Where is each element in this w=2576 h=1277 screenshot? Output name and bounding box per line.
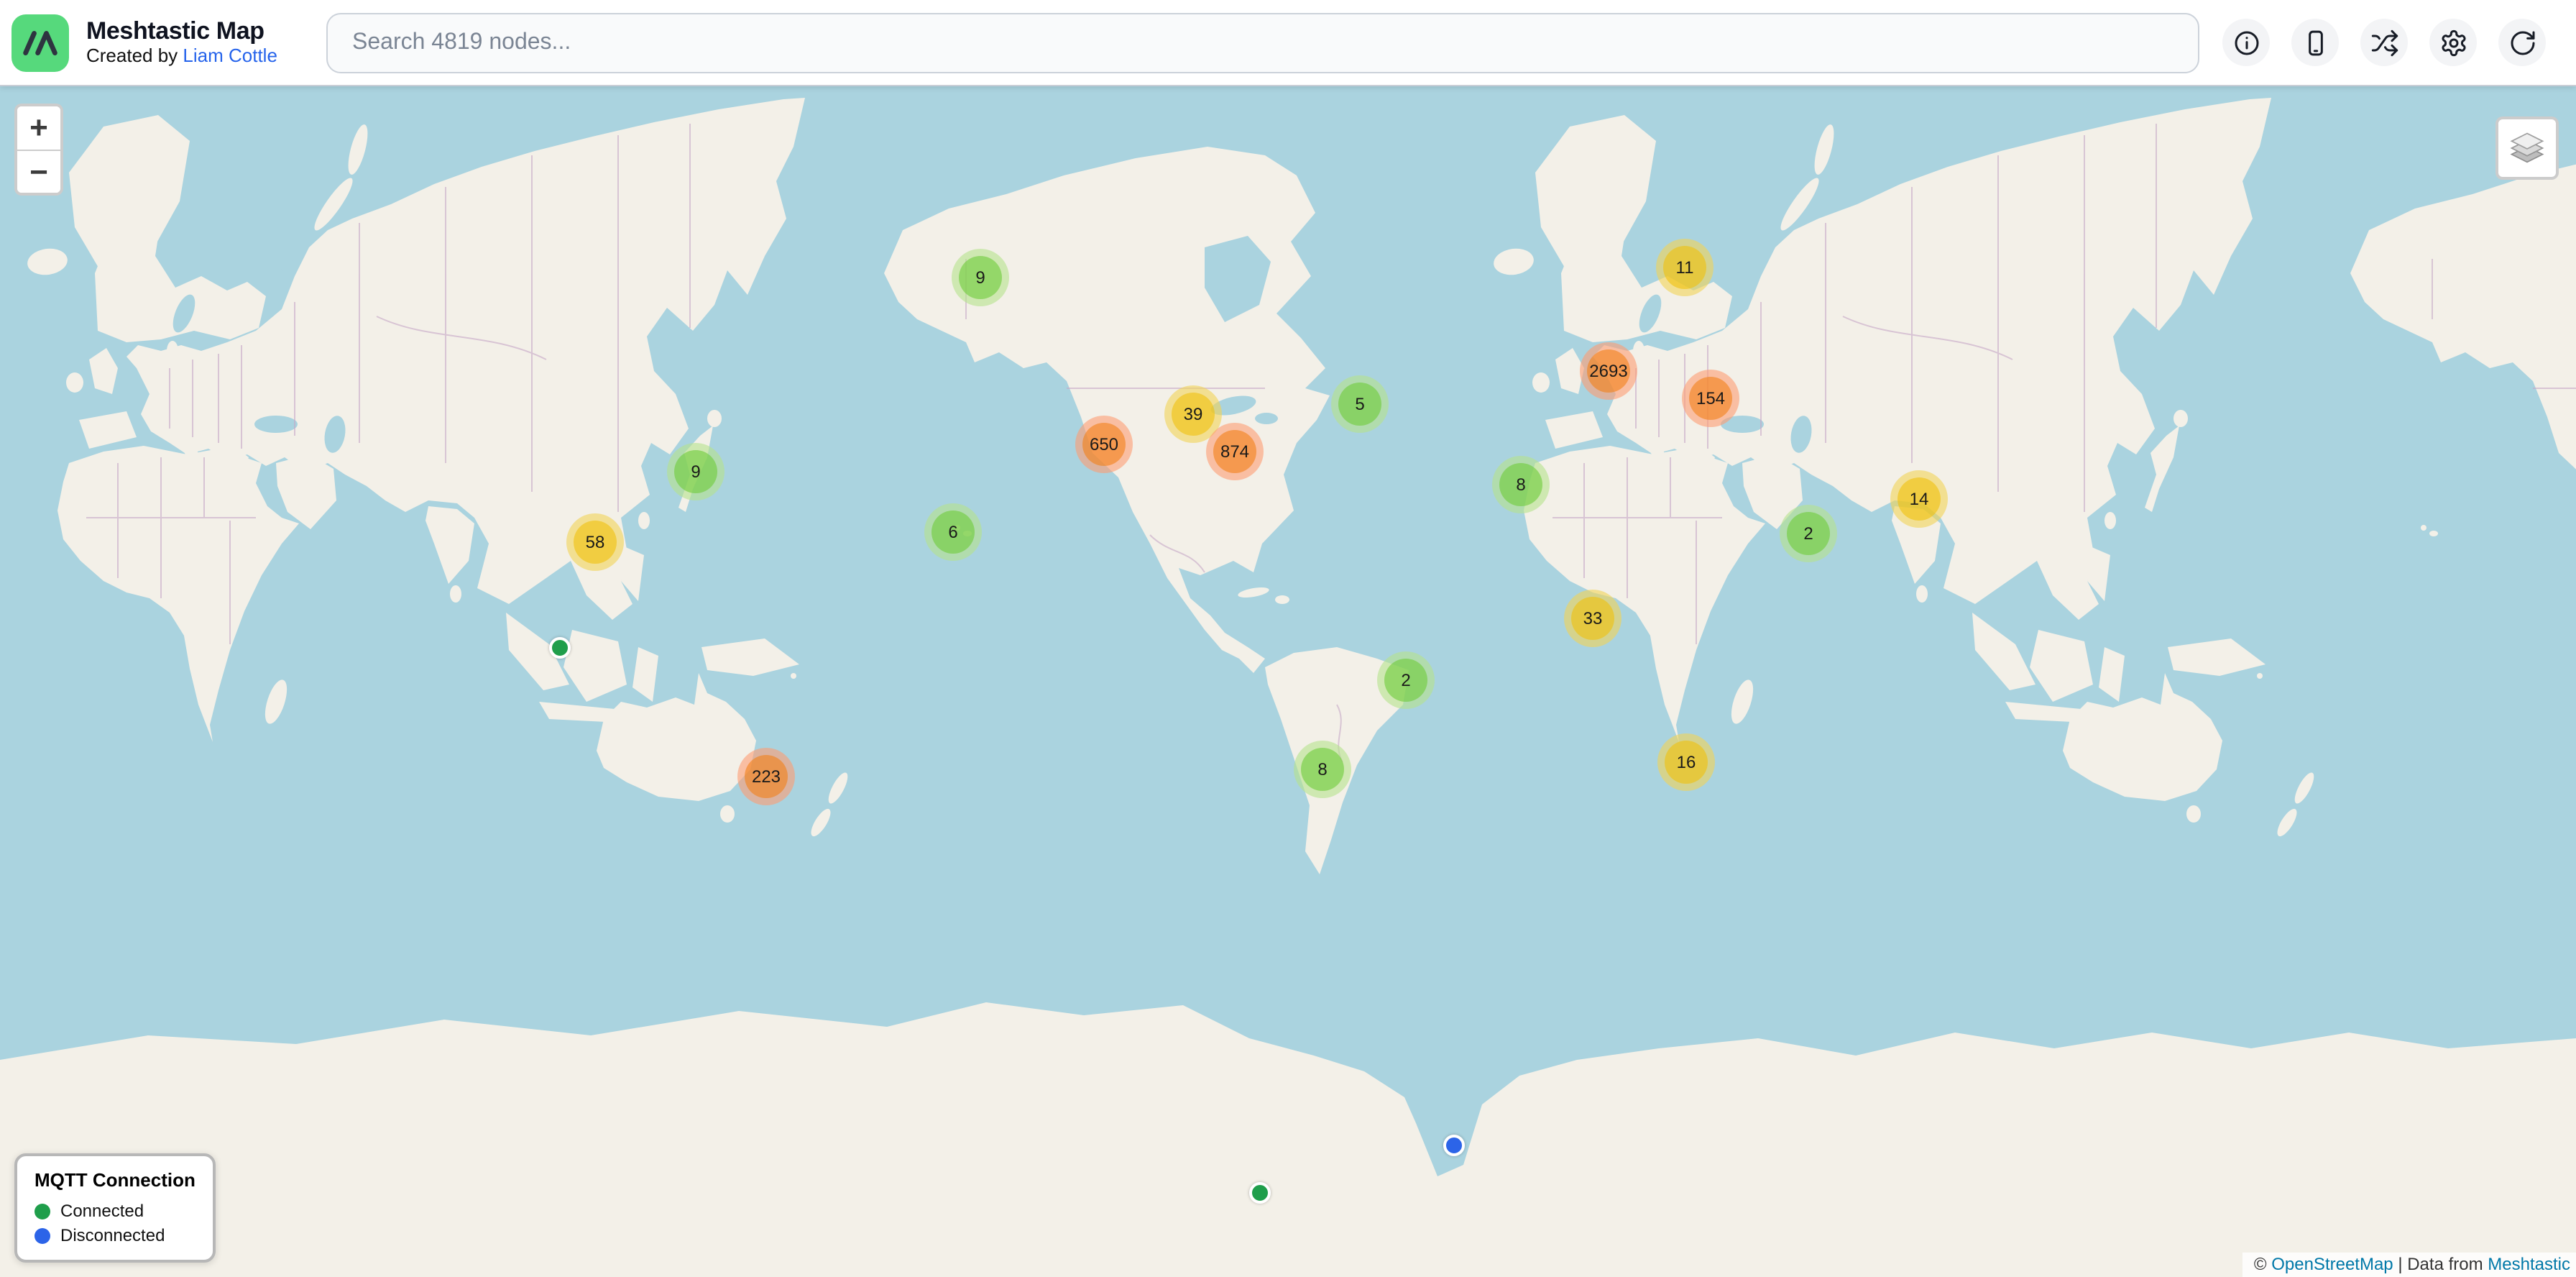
map[interactable]: + − 911269315439650874595868214332816223… [0,86,2576,1277]
legend-title: MQTT Connection [34,1169,196,1191]
attribution-prefix: © [2254,1254,2271,1274]
legend-label: Connected [60,1201,144,1221]
search-input[interactable] [326,12,2199,73]
author-link[interactable]: Liam Cottle [183,45,277,66]
byline-prefix: Created by [86,45,183,66]
cluster-marker[interactable]: 11 [1656,239,1714,296]
header: Meshtastic Map Created by Liam Cottle [0,0,2576,86]
cluster-marker[interactable]: 8 [1492,456,1550,513]
cluster-marker[interactable]: 874 [1206,423,1264,480]
world-map-tiles [0,86,2576,1277]
byline: Created by Liam Cottle [86,46,302,68]
attribution-middle: | Data from [2393,1254,2488,1274]
legend-item-disconnected: Disconnected [34,1225,196,1245]
title-block: Meshtastic Map Created by Liam Cottle [86,18,302,68]
mobile-app-button[interactable] [2291,19,2339,66]
cluster-marker[interactable]: 33 [1564,590,1622,647]
shuffle-icon [2370,28,2398,57]
cluster-marker[interactable]: 8 [1294,741,1351,798]
zoom-in-button[interactable]: + [17,106,60,150]
cluster-marker[interactable]: 9 [952,249,1009,306]
legend-item-connected: Connected [34,1201,196,1221]
page-title: Meshtastic Map [86,18,302,46]
info-button[interactable] [2222,19,2270,66]
cluster-marker[interactable]: 650 [1075,416,1133,473]
layers-control[interactable] [2496,116,2559,180]
cluster-marker[interactable]: 2 [1377,651,1435,709]
connected-dot-icon [34,1203,50,1219]
disconnected-dot-icon [34,1227,50,1243]
meshtastic-link[interactable]: Meshtastic [2488,1254,2570,1274]
node-marker-connected[interactable] [1248,1181,1270,1203]
header-buttons [2222,19,2546,66]
cluster-marker[interactable]: 154 [1682,370,1739,427]
cluster-marker[interactable]: 58 [566,513,624,571]
cluster-marker[interactable]: 5 [1331,375,1389,433]
zoom-out-button[interactable]: − [17,150,60,193]
meshtastic-logo-icon [16,18,65,67]
app: Meshtastic Map Created by Liam Cottle [0,0,2576,1277]
meshtastic-logo [12,14,69,71]
layers-icon [2507,128,2547,168]
zoom-control: + − [14,104,63,196]
mqtt-legend: MQTT Connection Connected Disconnected [14,1153,216,1263]
node-marker-connected[interactable] [548,636,570,658]
cluster-marker[interactable]: 16 [1657,733,1715,791]
random-node-button[interactable] [2360,19,2408,66]
cluster-marker[interactable]: 223 [737,748,795,805]
cluster-marker[interactable]: 2 [1780,505,1837,562]
legend-label: Disconnected [60,1225,165,1245]
settings-button[interactable] [2429,19,2477,66]
cluster-marker[interactable]: 6 [924,503,982,561]
node-marker-disconnected[interactable] [1443,1134,1464,1155]
cluster-marker[interactable]: 14 [1890,470,1948,528]
osm-link[interactable]: OpenStreetMap [2271,1254,2393,1274]
refresh-icon [2508,28,2536,57]
attribution: © OpenStreetMap | Data from Meshtastic [2242,1253,2576,1277]
refresh-button[interactable] [2498,19,2546,66]
info-icon [2232,28,2260,57]
mobile-icon [2301,28,2329,57]
cluster-marker[interactable]: 2693 [1580,342,1637,400]
cluster-marker[interactable]: 9 [667,443,724,500]
gear-icon [2439,28,2467,57]
